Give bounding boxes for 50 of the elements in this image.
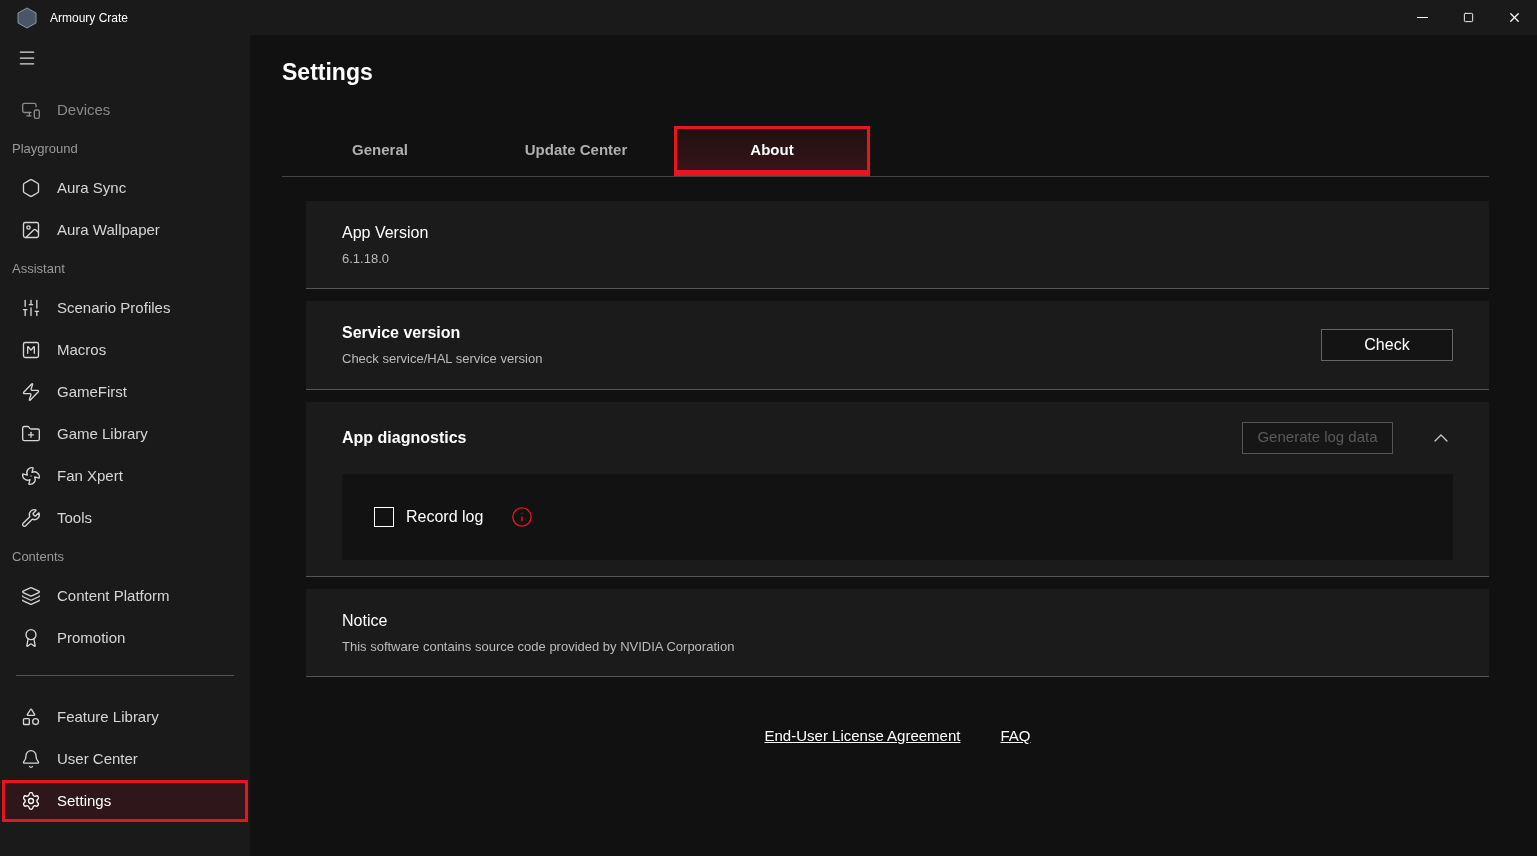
sidebar-section-label: Assistant — [11, 260, 66, 279]
fan-icon — [21, 466, 41, 486]
sidebar-item[interactable]: Content Platform — [2, 575, 248, 617]
sidebar-section-label: Contents — [11, 548, 66, 567]
setting-description: Check service/HAL service version — [342, 350, 543, 368]
notice-text: This software contains source code provided by NVIDIA Corporation — [342, 637, 736, 656]
info-icon[interactable] — [511, 505, 534, 528]
folder-icon — [21, 424, 41, 444]
footer-link[interactable]: FAQ — [1000, 725, 1031, 748]
checkbox-label: Record log — [406, 506, 484, 527]
setting-title: App Version — [342, 222, 430, 243]
setting-title: App diagnostics — [342, 427, 467, 448]
minimize-icon — [1416, 17, 1428, 18]
m-square-icon — [21, 340, 41, 360]
monitor-icon — [21, 100, 41, 120]
sidebar-item[interactable]: Game Library — [2, 413, 248, 455]
sidebar-item[interactable]: Macros — [2, 329, 248, 371]
sidebar-item[interactable]: Aura Sync — [2, 167, 248, 209]
sidebar-item[interactable]: Promotion — [2, 617, 248, 659]
sliders-icon — [21, 298, 41, 318]
checkbox[interactable] — [374, 506, 394, 527]
app-logo-icon — [16, 6, 38, 29]
sidebar-section-label: Playground — [11, 140, 79, 159]
sidebar-item[interactable]: Settings — [2, 780, 248, 822]
settings-icon — [21, 791, 41, 811]
sidebar-item[interactable]: Fan Xpert — [2, 455, 248, 497]
image-icon — [21, 220, 41, 240]
hexagon-icon — [21, 178, 41, 198]
sidebar-item[interactable]: Aura Wallpaper — [2, 209, 248, 251]
bolt-icon — [21, 382, 41, 402]
tab[interactable]: Update Center — [478, 125, 674, 176]
layers-icon — [21, 586, 41, 606]
bell-icon — [21, 749, 41, 769]
check-button[interactable]: Check — [1321, 328, 1453, 361]
window-title: Armoury Crate — [50, 9, 129, 27]
sidebar-item[interactable]: User Center — [2, 738, 248, 780]
footer-link[interactable]: End-User License Agreement — [764, 725, 961, 748]
sidebar-item[interactable]: Scenario Profiles — [2, 287, 248, 329]
tab[interactable]: General — [282, 125, 478, 176]
sidebar-item[interactable]: Feature Library — [2, 696, 248, 738]
sidebar-item[interactable]: Tools — [2, 497, 248, 539]
wrench-icon — [21, 508, 41, 528]
setting-title: Notice — [342, 610, 389, 631]
version-text: 6.1.18.0 — [342, 249, 390, 268]
maximize-icon — [1462, 12, 1474, 23]
sidebar-item[interactable]: GameFirst — [2, 371, 248, 413]
page-title: Settings — [282, 58, 374, 87]
shapes-icon — [21, 707, 41, 727]
setting-title: Service version — [342, 323, 462, 343]
tab[interactable]: About — [674, 125, 870, 176]
